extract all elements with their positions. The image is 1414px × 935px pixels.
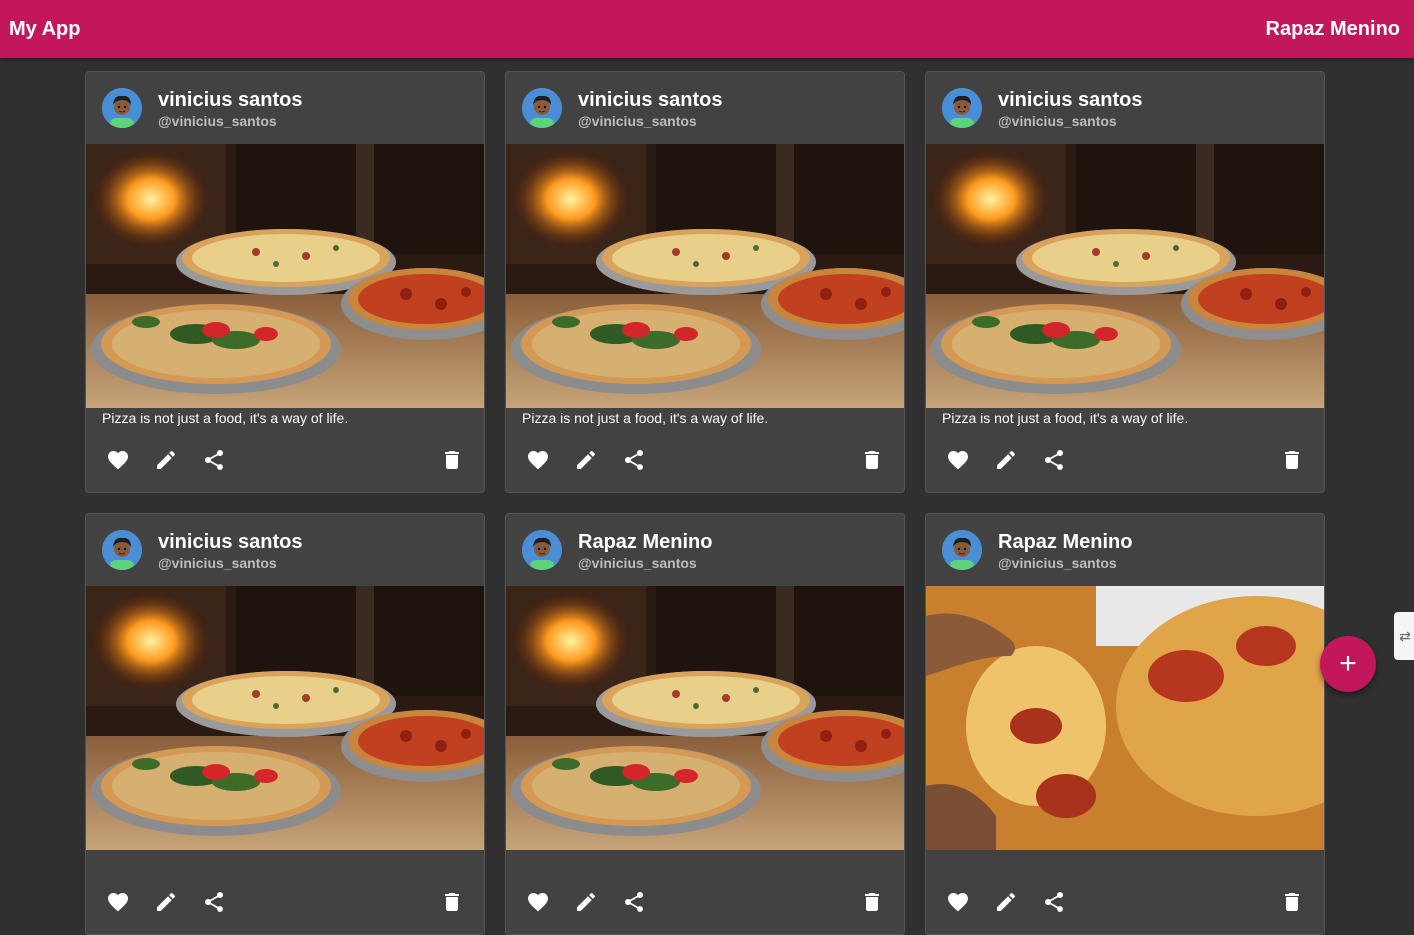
post-caption: Pizza is not just a food, it's a way of … <box>522 410 769 426</box>
post-header: Rapaz Menino @vinicius_santos <box>506 514 904 586</box>
post-author-handle: @vinicius_santos <box>158 555 277 571</box>
post-actions <box>506 886 904 918</box>
add-icon: + <box>1339 647 1357 680</box>
post-author-name: vinicius santos <box>158 531 303 553</box>
share-icon[interactable] <box>198 886 230 918</box>
post-card: vinicius santos @vinicius_santos <box>85 513 485 935</box>
post-image <box>506 586 904 850</box>
post-card: vinicius santos @vinicius_santos Pizza is … <box>85 71 485 493</box>
heart-icon[interactable] <box>942 444 974 476</box>
post-actions <box>86 886 484 918</box>
pencil-icon[interactable] <box>570 886 602 918</box>
post-author-handle: @vinicius_santos <box>998 555 1117 571</box>
avatar[interactable] <box>102 88 142 128</box>
post-author-name: vinicius santos <box>578 89 723 111</box>
side-panel-toggle[interactable]: ⇄ <box>1394 612 1414 660</box>
share-icon[interactable] <box>1038 444 1070 476</box>
heart-icon[interactable] <box>942 886 974 918</box>
app-title: My App <box>9 17 81 40</box>
post-author-name: Rapaz Menino <box>578 531 713 553</box>
post-author-name: vinicius santos <box>158 89 303 111</box>
post-image <box>506 144 904 408</box>
post-header: vinicius santos @vinicius_santos <box>926 72 1324 144</box>
post-card: vinicius santos @vinicius_santos Pizza is … <box>505 71 905 493</box>
pencil-icon[interactable] <box>990 444 1022 476</box>
avatar[interactable] <box>102 530 142 570</box>
trash-icon[interactable] <box>856 886 888 918</box>
post-author-name: Rapaz Menino <box>998 531 1133 553</box>
post-header: vinicius santos @vinicius_santos <box>86 514 484 586</box>
post-actions <box>926 444 1324 476</box>
app-bar: My App Rapaz Menino <box>0 0 1414 58</box>
trash-icon[interactable] <box>856 444 888 476</box>
avatar[interactable] <box>942 530 982 570</box>
pencil-icon[interactable] <box>570 444 602 476</box>
post-author-name: vinicius santos <box>998 89 1143 111</box>
post-author-handle: @vinicius_santos <box>998 113 1117 129</box>
post-image <box>926 586 1324 850</box>
trash-icon[interactable] <box>1276 444 1308 476</box>
pencil-icon[interactable] <box>150 444 182 476</box>
heart-icon[interactable] <box>102 886 134 918</box>
trash-icon[interactable] <box>436 444 468 476</box>
collapse-icon: ⇄ <box>1399 627 1411 644</box>
pencil-icon[interactable] <box>150 886 182 918</box>
post-header: vinicius santos @vinicius_santos <box>86 72 484 144</box>
trash-icon[interactable] <box>436 886 468 918</box>
share-icon[interactable] <box>618 444 650 476</box>
post-image <box>926 144 1324 408</box>
post-actions <box>506 444 904 476</box>
post-caption: Pizza is not just a food, it's a way of … <box>942 410 1189 426</box>
share-icon[interactable] <box>618 886 650 918</box>
current-user-name[interactable]: Rapaz Menino <box>1266 18 1400 41</box>
pencil-icon[interactable] <box>990 886 1022 918</box>
post-card: vinicius santos @vinicius_santos Pizza is … <box>925 71 1325 493</box>
post-image <box>86 144 484 408</box>
trash-icon[interactable] <box>1276 886 1308 918</box>
avatar[interactable] <box>942 88 982 128</box>
post-caption: Pizza is not just a food, it's a way of … <box>102 410 349 426</box>
post-actions <box>926 886 1324 918</box>
post-author-handle: @vinicius_santos <box>578 113 697 129</box>
add-post-button[interactable]: + <box>1320 636 1376 692</box>
post-header: Rapaz Menino @vinicius_santos <box>926 514 1324 586</box>
heart-icon[interactable] <box>522 886 554 918</box>
posts-grid: vinicius santos @vinicius_santos Pizza is … <box>85 71 1325 935</box>
post-image <box>86 586 484 850</box>
avatar[interactable] <box>522 88 562 128</box>
heart-icon[interactable] <box>102 444 134 476</box>
post-card: Rapaz Menino @vinicius_santos <box>505 513 905 935</box>
share-icon[interactable] <box>198 444 230 476</box>
post-author-handle: @vinicius_santos <box>158 113 277 129</box>
avatar[interactable] <box>522 530 562 570</box>
post-actions <box>86 444 484 476</box>
share-icon[interactable] <box>1038 886 1070 918</box>
post-author-handle: @vinicius_santos <box>578 555 697 571</box>
post-card: Rapaz Menino @vinicius_santos <box>925 513 1325 935</box>
heart-icon[interactable] <box>522 444 554 476</box>
post-header: vinicius santos @vinicius_santos <box>506 72 904 144</box>
